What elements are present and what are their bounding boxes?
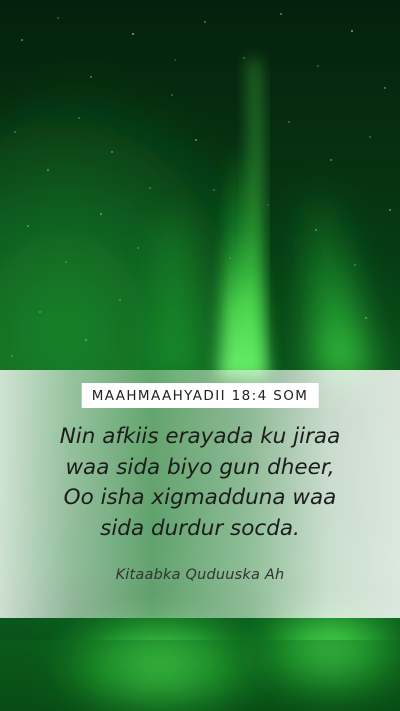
bible-version: Kitaabka Quduuska Ah: [115, 567, 285, 583]
verse-line: Oo isha xigmadduna waa: [63, 485, 337, 510]
verse-reference: MAAHMAAHYADII 18:4 SOM: [91, 388, 309, 404]
verse-reference-label: MAAHMAAHYADII 18:4 SOM: [81, 383, 319, 408]
verse-line: Nin afkiis erayada ku jiraa: [59, 424, 341, 449]
verse-text: Nin afkiis erayada ku jiraa waa sida biy…: [14, 422, 386, 544]
verse-line: sida durdur socda.: [100, 515, 300, 541]
verse-line: waa sida biyo gun dheer,: [65, 454, 335, 480]
